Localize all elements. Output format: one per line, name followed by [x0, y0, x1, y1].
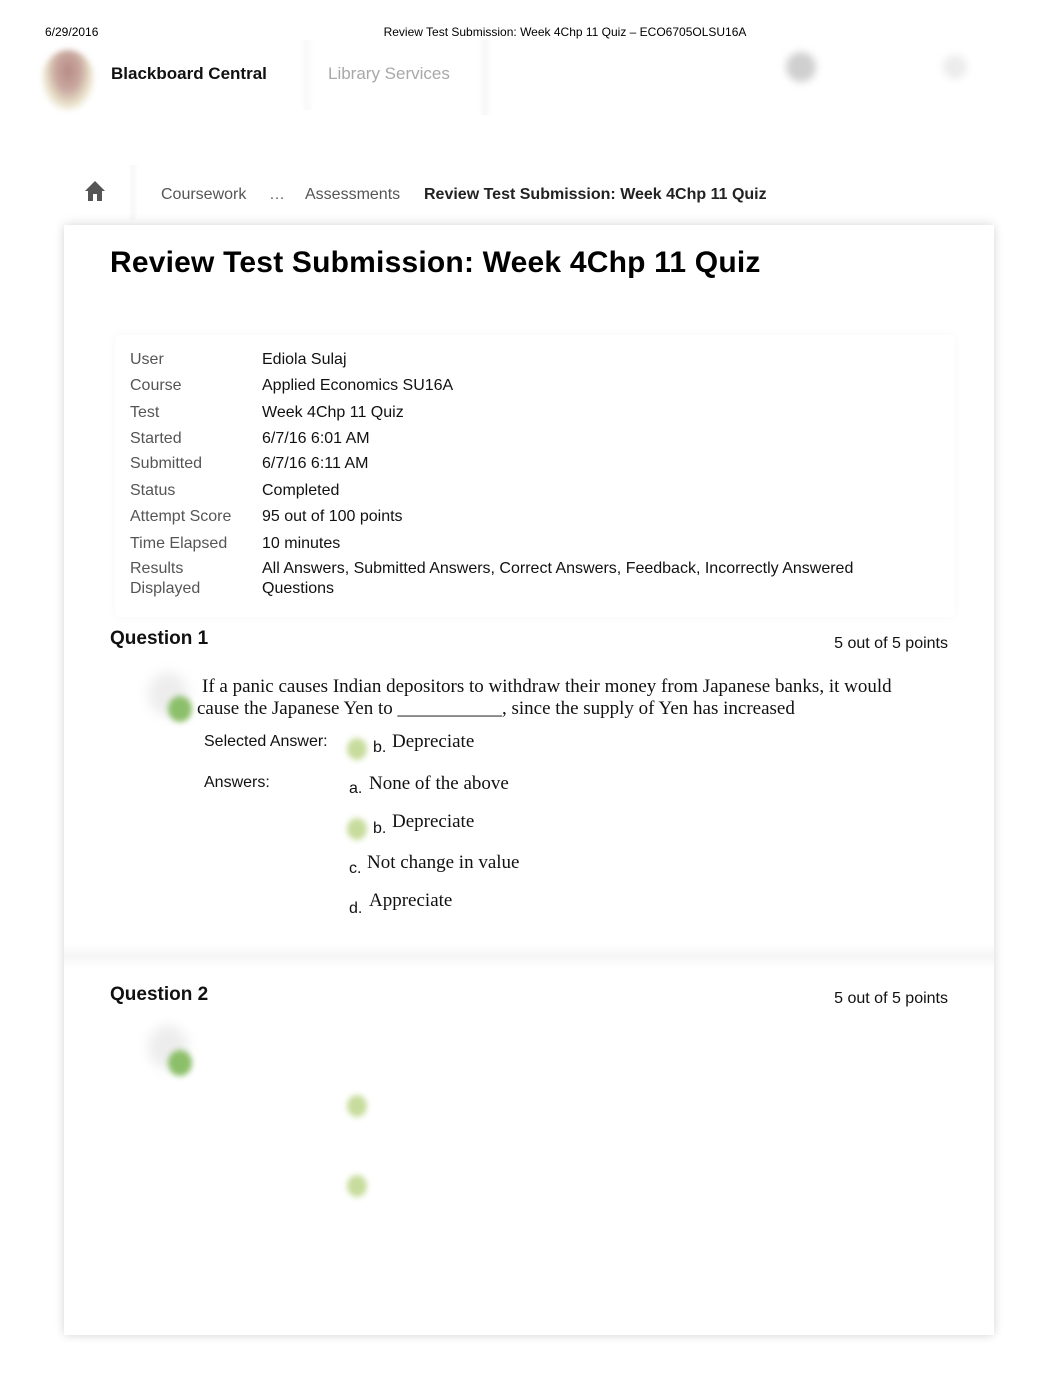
question-points: 5 out of 5 points	[834, 990, 948, 1007]
detail-value: Ediola Sulaj	[262, 351, 347, 368]
correct-check-icon	[347, 1175, 367, 1197]
answer-letter: c.	[349, 860, 362, 877]
brand-link[interactable]: Blackboard Central	[111, 64, 267, 84]
question-text: If a panic causes Indian depositors to w…	[202, 676, 892, 697]
library-services-link[interactable]: Library Services	[328, 64, 450, 84]
nav-divider	[300, 40, 314, 110]
answer-option-text: Depreciate	[392, 811, 475, 832]
question-text: cause the Japanese Yen to ___________, s…	[197, 698, 795, 719]
question-title: Question 2	[110, 984, 209, 1005]
question-title: Question 1	[110, 628, 209, 649]
nav-divider	[478, 40, 492, 115]
detail-label: User	[130, 351, 164, 368]
page-title: Review Test Submission: Week 4Chp 11 Qui…	[110, 246, 761, 279]
menu-icon[interactable]	[943, 55, 967, 79]
correct-check-icon	[168, 1050, 192, 1076]
answer-letter: d.	[349, 900, 363, 917]
correct-check-icon	[347, 738, 367, 760]
user-avatar-icon[interactable]	[786, 52, 816, 82]
breadcrumb-assessments[interactable]: Assessments	[305, 186, 400, 204]
detail-value: Week 4Chp 11 Quiz	[262, 404, 404, 421]
detail-label: Attempt Score	[130, 508, 232, 525]
detail-label: Results	[130, 560, 184, 577]
answer-letter: b.	[373, 820, 387, 837]
detail-label: Course	[130, 377, 182, 394]
breadcrumb: Coursework … Assessments Review Test Sub…	[60, 160, 1005, 220]
answers-label: Answers:	[204, 774, 270, 791]
answer-letter: a.	[349, 780, 363, 797]
detail-label: Time Elapsed	[130, 535, 228, 552]
breadcrumb-coursework[interactable]: Coursework	[161, 186, 246, 204]
breadcrumb-current: Review Test Submission: Week 4Chp 11 Qui…	[424, 186, 767, 203]
breadcrumb-divider	[128, 165, 138, 220]
correct-check-icon	[347, 818, 367, 840]
selected-answer-letter: b.	[373, 739, 387, 756]
detail-value: 95 out of 100 points	[262, 508, 403, 525]
home-icon[interactable]	[84, 180, 106, 202]
question-1: Question 1 5 out of 5 points If a panic …	[64, 620, 994, 950]
selected-answer-text: Depreciate	[392, 731, 475, 752]
answer-option-text: Appreciate	[369, 890, 453, 911]
answer-option-text: None of the above	[369, 773, 509, 794]
detail-value: Applied Economics SU16A	[262, 377, 454, 394]
question-points: 5 out of 5 points	[834, 635, 948, 652]
institution-logo-icon[interactable]	[42, 50, 94, 110]
detail-label: Status	[130, 482, 176, 499]
breadcrumb-ellipsis[interactable]: …	[269, 186, 285, 204]
answer-option-text: Not change in value	[367, 852, 520, 873]
question-divider	[64, 942, 994, 970]
detail-value: Questions	[262, 580, 335, 597]
detail-value: All Answers, Submitted Answers, Correct …	[262, 560, 854, 577]
detail-value: Completed	[262, 482, 340, 499]
top-navigation-bar: Blackboard Central Library Services	[0, 40, 1062, 120]
detail-label: Submitted	[130, 455, 203, 472]
detail-value: 10 minutes	[262, 535, 341, 552]
correct-check-icon	[347, 1095, 367, 1117]
detail-label: Started	[130, 430, 182, 447]
detail-label: Displayed	[130, 580, 201, 597]
print-title: Review Test Submission: Week 4Chp 11 Qui…	[383, 25, 747, 39]
correct-check-icon	[168, 696, 192, 722]
detail-value: 6/7/16 6:11 AM	[262, 455, 369, 472]
submission-details: User Ediola Sulaj Course Applied Economi…	[115, 335, 955, 617]
print-header: 6/29/2016 Review Test Submission: Week 4…	[0, 25, 1062, 41]
detail-value: 6/7/16 6:01 AM	[262, 430, 370, 447]
detail-label: Test	[130, 404, 160, 421]
selected-answer-label: Selected Answer:	[204, 733, 328, 750]
question-2: Question 2 5 out of 5 points	[64, 975, 994, 1315]
